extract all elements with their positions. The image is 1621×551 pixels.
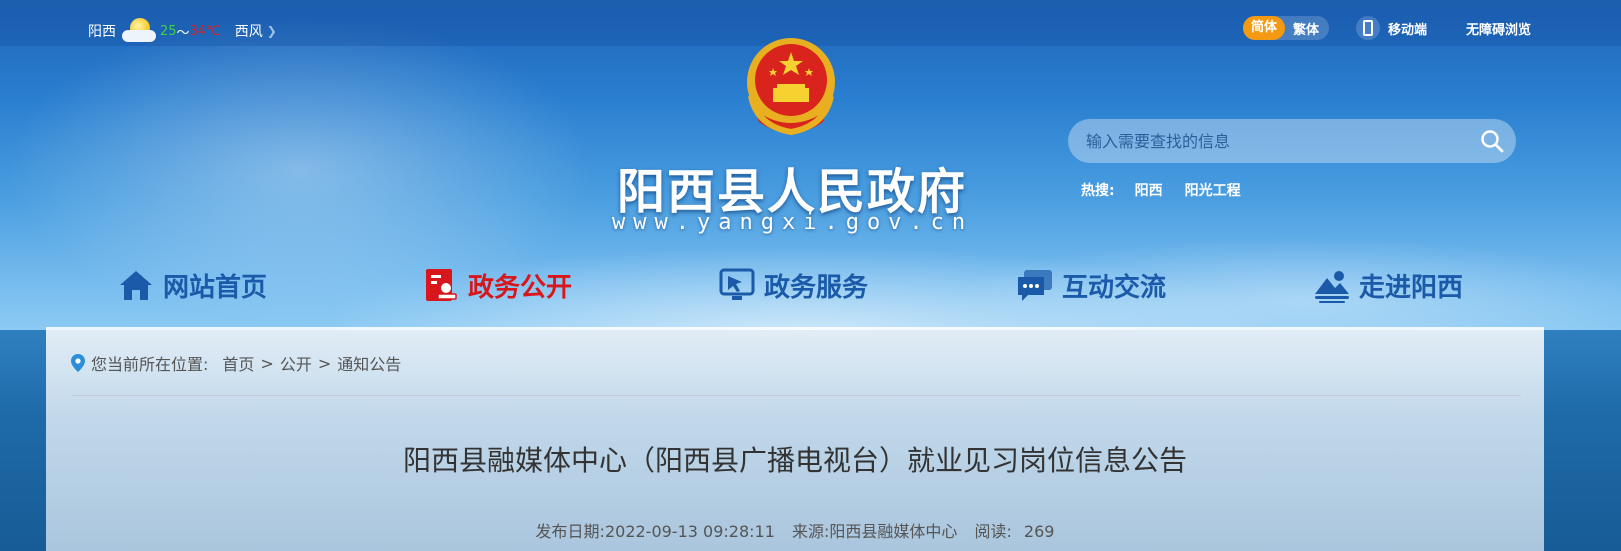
language-switch: 简体 繁体 <box>1243 16 1330 40</box>
nav-label: 政务服务 <box>764 272 869 303</box>
document-icon <box>426 269 457 301</box>
article-title: 阳西县融媒体中心（阳西县广播电视台）就业见习岗位信息公告 <box>402 444 1187 477</box>
traditional-chinese-button[interactable]: 繁体 <box>1293 19 1319 38</box>
service-screen-icon <box>719 268 755 300</box>
nav-item-home[interactable]: 网站首页 <box>117 262 267 308</box>
breadcrumb-prefix: 您当前所在位置: <box>91 355 209 374</box>
phone-icon <box>1356 16 1380 40</box>
breadcrumb-separator: > <box>260 353 274 373</box>
hot-search-item[interactable]: 阳光工程 <box>1185 180 1241 200</box>
landscape-icon <box>1315 271 1349 303</box>
temp-high: 34℃ <box>189 23 221 39</box>
search-box <box>1068 119 1516 163</box>
nav-label: 政务公开 <box>468 272 573 303</box>
top-line <box>0 0 1621 9</box>
nav-label: 互动交流 <box>1062 272 1167 303</box>
temp-separator: ～ <box>176 25 190 41</box>
accessibility-link[interactable]: 无障碍浏览 <box>1466 19 1531 38</box>
breadcrumb: 您当前所在位置: 首页 > 公开 > 通知公告 <box>71 351 401 375</box>
nav-label: 走进阳西 <box>1359 272 1464 303</box>
simplified-chinese-button[interactable]: 简体 <box>1243 16 1286 40</box>
publish-date-value: 2022-09-13 09:28:11 <box>604 522 775 541</box>
hot-search: 热搜: 阳西 阳光工程 <box>1081 180 1263 200</box>
chat-icon <box>1018 270 1052 301</box>
site-url: www.yangxi.gov.cn <box>612 210 974 235</box>
divider <box>71 395 1521 396</box>
source-value: 阳西县融媒体中心 <box>829 522 958 541</box>
article-source: 来源:阳西县融媒体中心 <box>792 522 957 541</box>
hot-search-item[interactable]: 阳西 <box>1135 180 1163 200</box>
national-emblem-icon <box>747 38 835 136</box>
nav-item-about-yangxi[interactable]: 走进阳西 <box>1313 262 1463 308</box>
nav-item-interaction[interactable]: 互动交流 <box>1016 262 1166 308</box>
wind-direction: 西风 <box>234 24 263 40</box>
source-label: 来源: <box>791 522 830 541</box>
hot-search-label: 热搜: <box>1081 183 1115 199</box>
weather-widget: 阳西 25 ～ 34℃ 西风 ❯ <box>88 18 277 44</box>
mobile-link[interactable]: 移动端 <box>1356 16 1427 40</box>
read-count-value: 269 <box>1023 522 1055 541</box>
search-input[interactable] <box>1086 119 1456 163</box>
nav-label: 网站首页 <box>163 272 268 303</box>
article-meta: 发布日期:2022-09-13 09:28:11 来源:阳西县融媒体中心 阅读:… <box>46 518 1544 542</box>
breadcrumb-notice[interactable]: 通知公告 <box>337 351 401 375</box>
nav-item-government-services[interactable]: 政务服务 <box>718 262 868 308</box>
sun-cloud-icon <box>122 18 158 44</box>
location-pin-icon <box>71 354 85 372</box>
read-count: 阅读: 269 <box>975 522 1055 541</box>
mobile-label: 移动端 <box>1388 22 1428 38</box>
chevron-right-icon[interactable]: ❯ <box>267 24 277 38</box>
publish-date-label: 发布日期: <box>535 522 605 541</box>
search-icon[interactable] <box>1480 129 1504 153</box>
read-label: 阅读: <box>974 522 1012 541</box>
breadcrumb-open[interactable]: 公开 <box>280 351 312 375</box>
weather-location: 阳西 <box>88 24 116 40</box>
breadcrumb-home[interactable]: 首页 <box>222 351 254 375</box>
content-card: 您当前所在位置: 首页 > 公开 > 通知公告 阳西县融媒体中心（阳西县广播电视… <box>46 327 1544 551</box>
publish-date: 发布日期:2022-09-13 09:28:11 <box>536 522 775 541</box>
main-nav: 网站首页 政务公开 政务服务 互动交流 走进阳西 <box>0 262 1621 308</box>
nav-item-government-affairs[interactable]: 政务公开 <box>422 262 572 308</box>
breadcrumb-separator: > <box>317 353 332 373</box>
home-icon <box>120 271 152 300</box>
temp-low: 25 <box>160 23 177 39</box>
